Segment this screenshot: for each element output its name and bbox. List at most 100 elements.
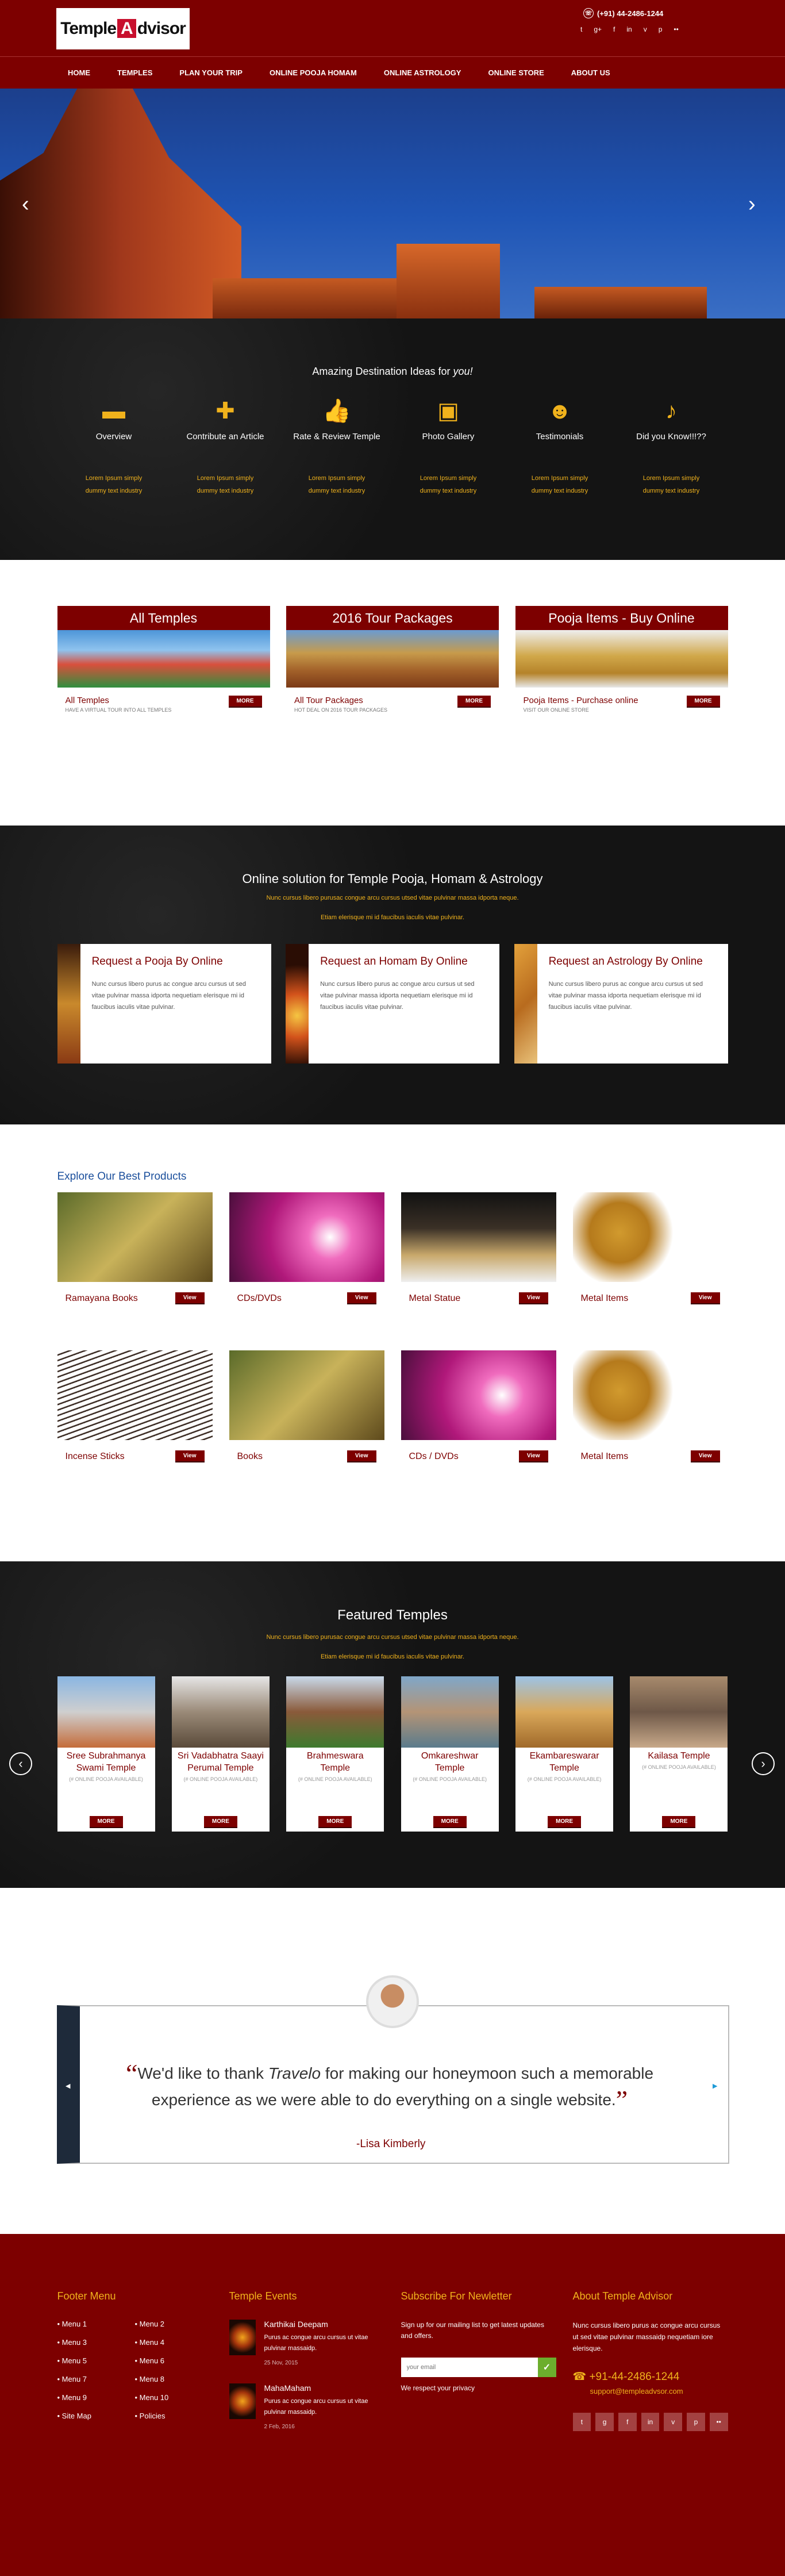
facebook-icon[interactable]: f: [618, 2413, 637, 2431]
temple-name[interactable]: Sree Subrahmanya Swami Temple: [57, 1750, 155, 1774]
temple-name[interactable]: Omkareshwar Temple: [401, 1750, 499, 1774]
hero-prev-arrow-icon[interactable]: ‹: [22, 192, 29, 217]
footer-menu-item[interactable]: Menu 7: [57, 2375, 135, 2383]
request-pooja-card[interactable]: Request a Pooja By Online Nunc cursus lib…: [57, 944, 271, 1064]
product-view-button[interactable]: View: [175, 1292, 205, 1304]
nav-online-astrology[interactable]: ONLINE ASTROLOGY: [384, 68, 476, 77]
package-more-button[interactable]: MORE: [228, 696, 262, 708]
product-view-button[interactable]: View: [347, 1292, 376, 1304]
twitter-icon[interactable]: t: [580, 25, 582, 33]
hero-next-arrow-icon[interactable]: ›: [748, 192, 756, 217]
package-link[interactable]: All Temples: [66, 696, 172, 705]
product-name[interactable]: Metal Items: [581, 1293, 629, 1304]
temple-more-button[interactable]: MORE: [318, 1816, 352, 1828]
product-view-button[interactable]: View: [518, 1292, 548, 1304]
idea-testimonials[interactable]: ☻ Testimonials Lorem Ipsum simply dummy …: [511, 395, 609, 497]
footer-email[interactable]: support@templeadvsor.com: [573, 2387, 728, 2395]
package-link[interactable]: Pooja Items - Purchase online: [524, 696, 638, 705]
temple-more-button[interactable]: MORE: [203, 1816, 237, 1828]
product-image[interactable]: [572, 1350, 728, 1440]
pinterest-icon[interactable]: p: [659, 25, 663, 33]
footer-menu-item[interactable]: Menu 10: [135, 2393, 213, 2402]
product-image[interactable]: [401, 1192, 556, 1282]
product-image[interactable]: [229, 1192, 384, 1282]
footer-menu-item[interactable]: Menu 4: [135, 2338, 213, 2347]
temple-more-button[interactable]: MORE: [89, 1816, 123, 1828]
event-item[interactable]: MahaMaham Purus ac congue arcu cursus ut …: [229, 2383, 384, 2430]
linkedin-icon[interactable]: in: [641, 2413, 660, 2431]
temple-image[interactable]: [171, 1676, 270, 1748]
flickr-icon[interactable]: ••: [674, 25, 678, 33]
product-image[interactable]: [229, 1350, 384, 1440]
footer-menu-item[interactable]: Menu 6: [135, 2356, 213, 2365]
nav-about-us[interactable]: ABOUT US: [571, 68, 625, 77]
idea-did-you-know[interactable]: ♪ Did you Know!!!?? Lorem Ipsum simply d…: [622, 395, 720, 497]
footer-menu-item[interactable]: Menu 3: [57, 2338, 135, 2347]
temple-image[interactable]: [286, 1676, 384, 1748]
newsletter-submit-check-icon[interactable]: ✓: [537, 2358, 556, 2377]
package-more-button[interactable]: MORE: [686, 696, 720, 708]
temple-name[interactable]: Sri Vadabhatra Saayi Perumal Temple: [172, 1750, 270, 1774]
footer-menu-item[interactable]: Menu 9: [57, 2393, 135, 2402]
package-more-button[interactable]: MORE: [457, 696, 491, 708]
product-view-button[interactable]: View: [347, 1450, 376, 1462]
event-item[interactable]: Karthikai Deepam Purus ac congue arcu cur…: [229, 2320, 384, 2366]
idea-overview[interactable]: ▬ Overview Lorem Ipsum simply dummy text…: [65, 395, 163, 497]
product-name[interactable]: Metal Statue: [409, 1293, 461, 1304]
product-name[interactable]: Books: [237, 1452, 263, 1462]
temple-image[interactable]: [401, 1676, 499, 1748]
temple-more-button[interactable]: MORE: [433, 1816, 467, 1828]
temple-name[interactable]: Brahmeswara Temple: [286, 1750, 384, 1774]
nav-online-store[interactable]: ONLINE STORE: [488, 68, 558, 77]
vimeo-icon[interactable]: v: [644, 25, 647, 33]
product-view-button[interactable]: View: [175, 1450, 205, 1462]
nav-online-pooja-homam[interactable]: ONLINE POOJA HOMAM: [270, 68, 371, 77]
product-view-button[interactable]: View: [518, 1450, 548, 1462]
nav-plan-your-trip[interactable]: PLAN YOUR TRIP: [179, 68, 257, 77]
site-logo[interactable]: Temple Advisor: [56, 8, 190, 49]
product-image[interactable]: [401, 1350, 556, 1440]
product-name[interactable]: Incense Sticks: [66, 1452, 125, 1462]
product-image[interactable]: [57, 1192, 213, 1282]
temple-image[interactable]: [515, 1676, 614, 1748]
google-plus-icon[interactable]: g+: [594, 25, 602, 33]
footer-menu-item[interactable]: Menu 8: [135, 2375, 213, 2383]
nav-home[interactable]: HOME: [68, 68, 105, 77]
idea-rate-review[interactable]: 👍 Rate & Review Temple Lorem Ipsum simpl…: [288, 395, 386, 497]
product-image[interactable]: [57, 1350, 213, 1440]
vimeo-icon[interactable]: v: [664, 2413, 683, 2431]
temple-image[interactable]: [630, 1676, 728, 1748]
product-name[interactable]: Ramayana Books: [66, 1293, 138, 1304]
flickr-icon[interactable]: ••: [709, 2413, 728, 2431]
featured-next-arrow-icon[interactable]: ›: [752, 1752, 775, 1775]
idea-photo-gallery[interactable]: ▣ Photo Gallery Lorem Ipsum simply dummy…: [399, 395, 497, 497]
testimonial-next-icon[interactable]: ▶: [713, 2082, 717, 2090]
footer-menu-item[interactable]: Menu 1: [57, 2320, 135, 2328]
product-name[interactable]: CDs / DVDs: [409, 1452, 459, 1462]
product-view-button[interactable]: View: [690, 1292, 720, 1304]
temple-more-button[interactable]: MORE: [548, 1816, 582, 1828]
facebook-icon[interactable]: f: [613, 25, 615, 33]
product-name[interactable]: Metal Items: [581, 1452, 629, 1462]
package-link[interactable]: All Tour Packages: [294, 696, 387, 705]
temple-image[interactable]: [57, 1676, 155, 1748]
request-homam-card[interactable]: Request an Homam By Online Nunc cursus li…: [286, 944, 499, 1064]
temple-name[interactable]: Kailasa Temple: [642, 1750, 715, 1762]
pinterest-icon[interactable]: p: [687, 2413, 705, 2431]
testimonial-prev-icon[interactable]: ◀: [66, 2082, 70, 2090]
footer-menu-item[interactable]: Policies: [135, 2412, 213, 2420]
request-astrology-card[interactable]: Request an Astrology By Online Nunc cursu…: [514, 944, 728, 1064]
linkedin-icon[interactable]: in: [626, 25, 632, 33]
newsletter-email-input[interactable]: [401, 2358, 538, 2377]
twitter-icon[interactable]: t: [572, 2413, 591, 2431]
footer-menu-item[interactable]: Menu 5: [57, 2356, 135, 2365]
footer-menu-item[interactable]: Site Map: [57, 2412, 135, 2420]
product-view-button[interactable]: View: [690, 1450, 720, 1462]
temple-name[interactable]: Ekambareswarar Temple: [515, 1750, 613, 1774]
temple-more-button[interactable]: MORE: [662, 1816, 696, 1828]
google-plus-icon[interactable]: g: [595, 2413, 614, 2431]
product-name[interactable]: CDs/DVDs: [237, 1293, 282, 1304]
idea-contribute-article[interactable]: ✚ Contribute an Article Lorem Ipsum simp…: [176, 395, 274, 497]
featured-prev-arrow-icon[interactable]: ‹: [9, 1752, 32, 1775]
product-image[interactable]: [572, 1192, 728, 1282]
